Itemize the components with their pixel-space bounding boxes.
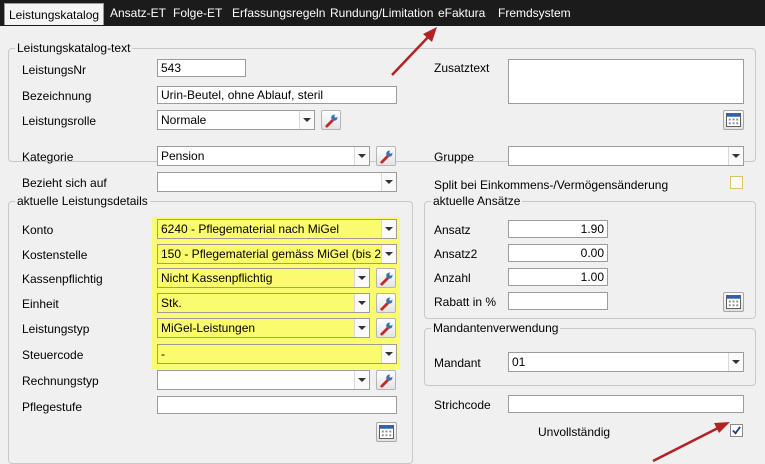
chevron-down-icon[interactable] bbox=[354, 269, 369, 287]
steuercode-select[interactable]: - bbox=[157, 344, 397, 364]
chevron-down-icon[interactable] bbox=[299, 111, 314, 129]
ansatz-label: Ansatz bbox=[434, 223, 471, 237]
ansatz2-input[interactable]: 0.00 bbox=[508, 244, 608, 262]
tab-efaktura[interactable]: eFaktura bbox=[434, 4, 489, 23]
ansatz-input[interactable]: 1.90 bbox=[508, 220, 608, 238]
kostenstelle-select[interactable]: 150 - Pflegematerial gemäss MiGel (bis 2… bbox=[157, 244, 397, 264]
einheit-label: Einheit bbox=[22, 297, 59, 311]
leistungstyp-value: MiGel-Leistungen bbox=[161, 321, 256, 335]
tab-leistungskatalog[interactable]: Leistungskatalog bbox=[4, 3, 105, 25]
leistungsrolle-select[interactable]: Normale bbox=[157, 110, 315, 130]
zusatztext-textarea[interactable] bbox=[508, 59, 744, 104]
rechnungstyp-select[interactable] bbox=[157, 370, 370, 390]
leistungstyp-wrench-button[interactable] bbox=[376, 318, 396, 338]
steuercode-value: - bbox=[161, 347, 165, 361]
rechnungstyp-label: Rechnungstyp bbox=[22, 374, 99, 388]
einheit-value: Stk. bbox=[161, 296, 182, 310]
kassenpflichtig-select[interactable]: Nicht Kassenpflichtig bbox=[157, 268, 370, 288]
konto-select[interactable]: 6240 - Pflegematerial nach MiGel bbox=[157, 219, 397, 239]
zusatztext-calendar-button[interactable] bbox=[723, 110, 744, 130]
strichcode-input[interactable] bbox=[508, 395, 744, 413]
rechnungstyp-wrench-button[interactable] bbox=[376, 370, 396, 390]
kategorie-value: Pension bbox=[161, 149, 205, 163]
gruppe-label: Gruppe bbox=[434, 150, 475, 164]
wrench-icon bbox=[325, 114, 338, 128]
einheit-select[interactable]: Stk. bbox=[157, 293, 370, 313]
ansatz2-label: Ansatz2 bbox=[434, 247, 478, 261]
zusatztext-label: Zusatztext bbox=[434, 61, 490, 75]
tab-ansatz-et[interactable]: Ansatz-ET bbox=[106, 4, 170, 23]
calendar-icon bbox=[726, 113, 741, 127]
leistungstyp-label: Leistungstyp bbox=[22, 322, 90, 336]
leistungsnr-label: LeistungsNr bbox=[22, 63, 87, 77]
wrench-icon bbox=[380, 374, 393, 388]
kategorie-select[interactable]: Pension bbox=[157, 146, 370, 166]
wrench-icon bbox=[380, 150, 393, 164]
kategorie-wrench-button[interactable] bbox=[376, 146, 396, 166]
tab-content: Leistungskatalog-text LeistungsNr 543 Be… bbox=[0, 26, 765, 464]
konto-value: 6240 - Pflegematerial nach MiGel bbox=[161, 222, 340, 236]
anzahl-label: Anzahl bbox=[434, 271, 471, 285]
kostenstelle-value: 150 - Pflegematerial gemäss MiGel (bis 2… bbox=[161, 247, 397, 261]
ansaetze-legend: aktuelle Ansätze bbox=[431, 194, 523, 208]
calendar-icon bbox=[379, 425, 394, 439]
chevron-down-icon[interactable] bbox=[381, 173, 396, 191]
bezeichnung-label: Bezeichnung bbox=[22, 89, 92, 103]
chevron-down-icon[interactable] bbox=[354, 294, 369, 312]
wrench-icon bbox=[380, 322, 393, 336]
chevron-down-icon[interactable] bbox=[354, 319, 369, 337]
tab-folge-et[interactable]: Folge-ET bbox=[169, 4, 226, 23]
bezieht-label: Bezieht sich auf bbox=[22, 176, 107, 190]
bezeichnung-input[interactable]: Urin-Beutel, ohne Ablauf, steril bbox=[157, 86, 397, 104]
bezieht-select[interactable] bbox=[157, 172, 397, 192]
steuercode-label: Steuercode bbox=[22, 348, 84, 362]
leistungsnr-input[interactable]: 543 bbox=[157, 59, 246, 77]
leistungsrolle-value: Normale bbox=[161, 113, 207, 127]
mandant-label: Mandant bbox=[434, 356, 481, 370]
katalog-text-legend: Leistungskatalog-text bbox=[15, 41, 133, 55]
leistungsrolle-label: Leistungsrolle bbox=[22, 114, 97, 128]
split-checkbox[interactable] bbox=[730, 176, 743, 189]
chevron-down-icon[interactable] bbox=[728, 353, 743, 371]
chevron-down-icon[interactable] bbox=[354, 371, 369, 389]
ansaetze-calendar-button[interactable] bbox=[723, 292, 744, 312]
kostenstelle-label: Kostenstelle bbox=[22, 248, 88, 262]
details-legend: aktuelle Leistungsdetails bbox=[15, 194, 150, 208]
tab-erfassungsregeln[interactable]: Erfassungsregeln bbox=[228, 4, 329, 23]
chevron-down-icon[interactable] bbox=[381, 220, 396, 238]
chevron-down-icon[interactable] bbox=[728, 147, 743, 165]
details-calendar-button[interactable] bbox=[376, 422, 397, 442]
mandant-select[interactable]: 01 bbox=[508, 352, 744, 372]
konto-label: Konto bbox=[22, 223, 54, 237]
checkmark-icon bbox=[732, 426, 741, 435]
chevron-down-icon[interactable] bbox=[354, 147, 369, 165]
rabatt-input[interactable] bbox=[508, 292, 608, 310]
rabatt-label: Rabatt in % bbox=[434, 295, 497, 309]
wrench-icon bbox=[380, 297, 393, 311]
kassenpflichtig-label: Kassenpflichtig bbox=[22, 272, 103, 286]
mandanten-legend: Mandantenverwendung bbox=[431, 321, 561, 335]
tab-fremdsystem[interactable]: Fremdsystem bbox=[494, 4, 575, 23]
anzahl-input[interactable]: 1.00 bbox=[508, 268, 608, 286]
wrench-icon bbox=[380, 272, 393, 286]
unvollstaendig-label: Unvollständig bbox=[538, 425, 611, 439]
strichcode-label: Strichcode bbox=[434, 398, 491, 412]
pflegestufe-input[interactable] bbox=[157, 396, 397, 414]
einheit-wrench-button[interactable] bbox=[376, 293, 396, 313]
kategorie-label: Kategorie bbox=[22, 150, 74, 164]
chevron-down-icon[interactable] bbox=[381, 245, 396, 263]
calendar-icon bbox=[726, 295, 741, 309]
split-label: Split bei Einkommens-/Vermögensänderung bbox=[434, 178, 669, 192]
unvollstaendig-checkbox[interactable] bbox=[730, 424, 743, 437]
leistungstyp-select[interactable]: MiGel-Leistungen bbox=[157, 318, 370, 338]
chevron-down-icon[interactable] bbox=[381, 345, 396, 363]
gruppe-select[interactable] bbox=[508, 146, 744, 166]
kassenpflichtig-value: Nicht Kassenpflichtig bbox=[161, 271, 273, 285]
tab-bar: Leistungskatalog Ansatz-ET Folge-ET Erfa… bbox=[0, 0, 765, 26]
tab-rundung-limitation[interactable]: Rundung/Limitation bbox=[326, 4, 437, 23]
leistungsrolle-wrench-button[interactable] bbox=[321, 110, 341, 130]
mandant-value: 01 bbox=[512, 355, 526, 369]
kassenpflichtig-wrench-button[interactable] bbox=[376, 268, 396, 288]
pflegestufe-label: Pflegestufe bbox=[22, 400, 83, 414]
